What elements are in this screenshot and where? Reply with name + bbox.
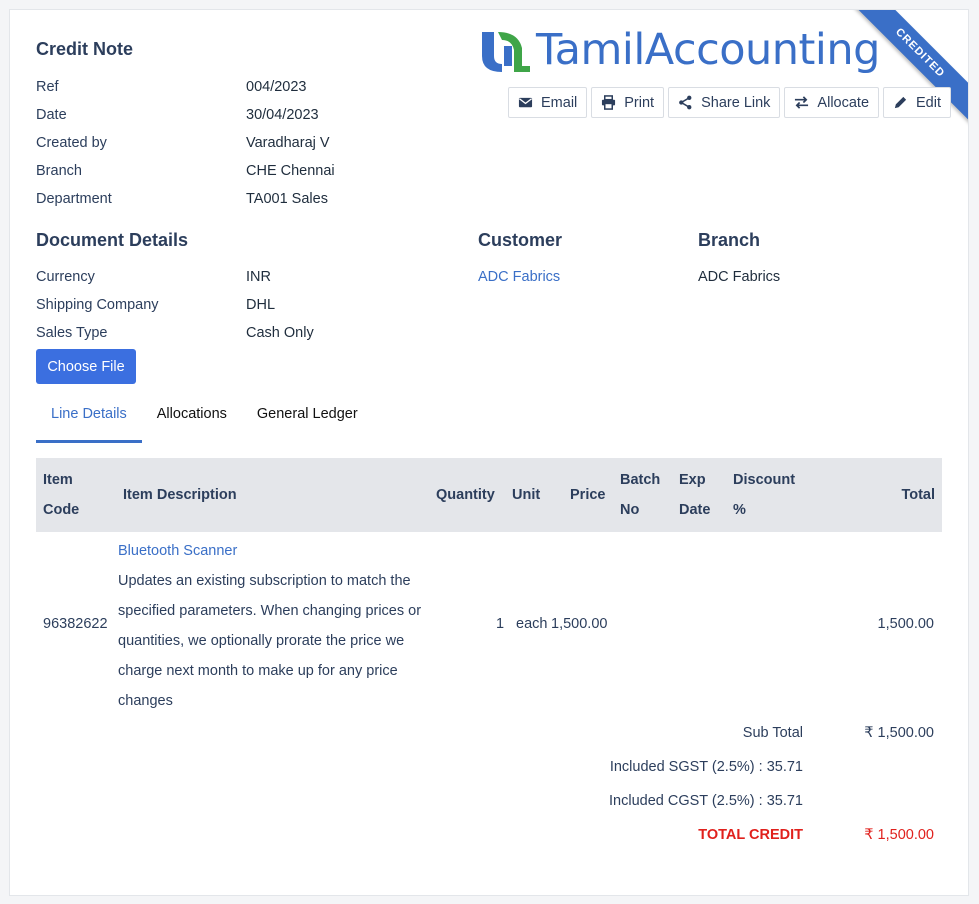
allocate-button[interactable]: Allocate xyxy=(784,87,880,118)
col-exp-line2: Date xyxy=(679,502,711,518)
currency-label: Currency xyxy=(36,269,95,285)
shipping-company-label: Shipping Company xyxy=(36,297,159,313)
col-quantity: Quantity xyxy=(436,487,495,503)
date-value: 30/04/2023 xyxy=(246,107,319,123)
branch-label: Branch xyxy=(36,163,82,179)
envelope-icon xyxy=(518,95,533,110)
col-item-code: Item Code xyxy=(43,465,79,525)
company-logo: TamilAccounting xyxy=(478,20,880,80)
col-unit: Unit xyxy=(512,487,541,503)
document-details-heading: Document Details xyxy=(36,230,189,250)
col-exp-date: Exp Date xyxy=(679,465,710,525)
row-quantity: 1 xyxy=(496,616,505,632)
col-batch-no: Batch No xyxy=(620,465,660,525)
col-item-description: Item Description xyxy=(123,487,237,503)
ref-label: Ref xyxy=(36,79,59,95)
row-price: 1,500.00 xyxy=(551,616,608,632)
share-icon xyxy=(678,95,693,110)
sub-total-value: ₹ 1,500.00 xyxy=(864,725,934,741)
branch-heading: Branch xyxy=(698,230,761,250)
col-discount: Discount % xyxy=(733,465,795,525)
tab-allocations[interactable]: Allocations xyxy=(142,403,242,443)
tab-general-ledger[interactable]: General Ledger xyxy=(242,403,373,443)
logo-mark-icon xyxy=(482,32,530,72)
ref-value: 004/2023 xyxy=(246,79,307,95)
choose-file-button[interactable]: Choose File xyxy=(36,349,136,384)
col-batch-line1: Batch xyxy=(620,472,661,488)
logo-text-tamil: Tamil xyxy=(536,24,645,75)
item-name-link[interactable]: Bluetooth Scanner xyxy=(118,536,438,566)
created-by-value: Varadharaj V xyxy=(246,135,330,151)
total-credit-value: ₹ 1,500.00 xyxy=(864,827,934,843)
sales-type-label: Sales Type xyxy=(36,325,108,341)
line-items-table-header: Item Code Item Description Quantity Unit… xyxy=(36,458,942,532)
printer-icon xyxy=(601,95,616,110)
col-item-code-line1: Item xyxy=(43,472,73,488)
col-discount-line1: Discount xyxy=(733,472,796,488)
col-discount-line2: % xyxy=(733,502,746,518)
sgst-line: Included SGST (2.5%) : 35.71 xyxy=(609,759,803,775)
edit-button[interactable]: Edit xyxy=(883,87,952,118)
pencil-icon xyxy=(893,95,908,110)
branch-name: ADC Fabrics xyxy=(698,269,781,285)
customer-heading: Customer xyxy=(478,230,563,250)
share-link-button[interactable]: Share Link xyxy=(668,87,781,118)
col-item-code-line2: Code xyxy=(43,502,80,518)
logo-text: TamilAccounting xyxy=(536,28,880,72)
date-label: Date xyxy=(36,107,67,123)
page-title: Credit Note xyxy=(36,39,134,59)
col-total: Total xyxy=(901,487,935,503)
customer-link[interactable]: ADC Fabrics xyxy=(478,269,560,285)
tab-line-details[interactable]: Line Details xyxy=(36,403,142,443)
row-total: 1,500.00 xyxy=(877,616,934,632)
exchange-arrows-icon xyxy=(794,95,809,110)
department-value: TA001 Sales xyxy=(246,191,328,207)
print-label: Print xyxy=(624,94,655,111)
department-label: Department xyxy=(36,191,112,207)
currency-value: INR xyxy=(246,269,271,285)
created-by-label: Created by xyxy=(36,135,107,151)
sales-type-value: Cash Only xyxy=(246,325,314,341)
tab-bar: Line Details Allocations General Ledger xyxy=(36,403,373,443)
credit-note-card: CREDITED TamilAccounting Credit Note Ref… xyxy=(9,9,969,896)
action-toolbar: Email Print Share Link Allocate Edit xyxy=(508,87,952,118)
total-credit-label: TOTAL CREDIT xyxy=(698,827,803,843)
col-exp-line1: Exp xyxy=(679,472,706,488)
allocate-label: Allocate xyxy=(817,94,870,111)
logo-text-accounting: Accounting xyxy=(644,24,881,75)
col-batch-line2: No xyxy=(620,502,640,518)
print-button[interactable]: Print xyxy=(591,87,665,118)
shipping-company-value: DHL xyxy=(246,297,276,313)
branch-value: CHE Chennai xyxy=(246,163,335,179)
row-unit: each xyxy=(516,616,548,632)
email-button[interactable]: Email xyxy=(508,87,588,118)
item-description-text: Updates an existing subscription to matc… xyxy=(118,573,422,709)
edit-label: Edit xyxy=(916,94,942,111)
row-item-code: 96382622 xyxy=(43,616,108,632)
sub-total-label: Sub Total xyxy=(742,725,803,741)
col-price: Price xyxy=(570,487,606,503)
email-label: Email xyxy=(541,94,578,111)
cgst-line: Included CGST (2.5%) : 35.71 xyxy=(609,793,803,809)
share-link-label: Share Link xyxy=(701,94,771,111)
row-item-description: Bluetooth Scanner Updates an existing su… xyxy=(118,536,438,716)
